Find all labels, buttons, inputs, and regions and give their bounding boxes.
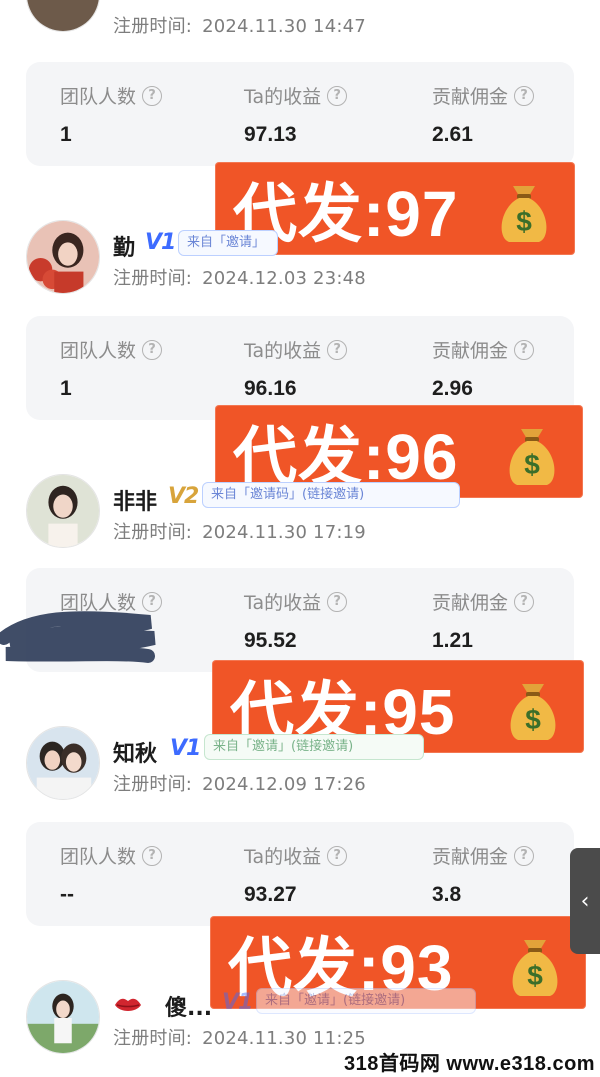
team-size-label: 团队人数 xyxy=(60,846,137,868)
earnings-label: Ta的收益 xyxy=(244,86,322,108)
earnings-stat: Ta的收益? 97.13 xyxy=(244,82,348,147)
commission-stat: 贡献佣金? 2.96 xyxy=(432,336,535,401)
question-circle-icon[interactable]: ? xyxy=(514,339,535,360)
lips-icon xyxy=(115,998,141,1011)
commission-value: 1.21 xyxy=(432,629,473,652)
avatar[interactable] xyxy=(26,980,100,1054)
earnings-label: Ta的收益 xyxy=(244,340,322,362)
username: 勤 xyxy=(113,236,136,261)
team-size-label: 团队人数 xyxy=(60,340,137,362)
earnings-stat: Ta的收益? 93.27 xyxy=(244,842,348,907)
username: 非非 xyxy=(113,490,158,515)
question-circle-icon[interactable]: ? xyxy=(327,85,348,106)
username: 知秋 xyxy=(113,742,158,767)
username: 傻... xyxy=(165,996,213,1021)
question-circle-icon[interactable]: ? xyxy=(327,339,348,360)
question-circle-icon[interactable]: ? xyxy=(142,845,163,866)
earnings-stat: Ta的收益? 95.52 xyxy=(244,588,348,653)
source-tag: 来自「邀请」 xyxy=(178,230,278,256)
question-circle-icon[interactable]: ? xyxy=(514,591,535,612)
avatar[interactable] xyxy=(26,0,100,32)
question-circle-icon[interactable]: ? xyxy=(327,845,348,866)
earnings-value: 93.27 xyxy=(244,883,297,906)
side-collapse-tab[interactable]: ‹ xyxy=(570,848,600,954)
source-tag: 来自「邀请」(链接邀请) xyxy=(256,988,476,1014)
earnings-label: Ta的收益 xyxy=(244,846,322,868)
avatar[interactable] xyxy=(26,474,100,548)
team-size-stat: 团队人数? 1 xyxy=(60,336,163,401)
level-badge: V1 xyxy=(222,990,253,1015)
commission-value: 3.8 xyxy=(432,883,462,906)
earnings-label: Ta的收益 xyxy=(244,592,322,614)
commission-label: 贡献佣金 xyxy=(432,592,509,614)
commission-stat: 贡献佣金? 2.61 xyxy=(432,82,535,147)
earnings-value: 96.16 xyxy=(244,377,297,400)
user-row[interactable]: 非非 V2 来自「邀请码」(链接邀请) 注册时间: 2024.11.30 17:1… xyxy=(0,474,600,554)
team-size-value: 1 xyxy=(60,123,72,146)
avatar[interactable] xyxy=(26,726,100,800)
source-tag: 来自「邀请」(链接邀请) xyxy=(204,734,424,760)
commission-stat: 贡献佣金? 3.8 xyxy=(432,842,535,907)
level-badge: V2 xyxy=(168,484,199,509)
registration-time: 注册时间: 2024.12.03 23:48 xyxy=(113,268,366,289)
redaction-scribble xyxy=(0,611,156,663)
question-circle-icon[interactable]: ? xyxy=(514,845,535,866)
watermark: 318首码网 www.e318.com xyxy=(344,1053,596,1075)
team-size-stat: 团队人数? 1 xyxy=(60,82,163,147)
team-size-value: -- xyxy=(60,883,74,906)
registration-time: 注册时间: 2024.12.09 17:26 xyxy=(113,774,366,795)
stats-card: 团队人数? -- Ta的收益? 93.27 贡献佣金? 3.8 xyxy=(26,822,574,926)
earnings-value: 95.52 xyxy=(244,629,297,652)
team-size-label: 团队人数 xyxy=(60,86,137,108)
avatar[interactable] xyxy=(26,220,100,294)
level-badge: V1 xyxy=(170,736,201,761)
team-size-stat: 团队人数? -- xyxy=(60,842,163,907)
team-size-value: 1 xyxy=(60,377,72,400)
registration-time: 注册时间: 2024.11.30 11:25 xyxy=(113,1028,366,1049)
chevron-left-icon: ‹ xyxy=(580,888,590,914)
question-circle-icon[interactable]: ? xyxy=(514,85,535,106)
commission-label: 贡献佣金 xyxy=(432,86,509,108)
source-tag: 来自「邀请码」(链接邀请) xyxy=(202,482,460,508)
question-circle-icon[interactable]: ? xyxy=(327,591,348,612)
user-row[interactable]: 勤 V1 来自「邀请」 注册时间: 2024.12.03 23:48 xyxy=(0,220,600,300)
question-circle-icon[interactable]: ? xyxy=(142,85,163,106)
earnings-value: 97.13 xyxy=(244,123,297,146)
commission-value: 2.96 xyxy=(432,377,473,400)
commission-value: 2.61 xyxy=(432,123,473,146)
commission-stat: 贡献佣金? 1.21 xyxy=(432,588,535,653)
commission-label: 贡献佣金 xyxy=(432,846,509,868)
previous-user-row: 注册时间: 2024.11.30 14:47 xyxy=(0,0,600,40)
registration-time: 注册时间: 2024.11.30 17:19 xyxy=(113,522,366,543)
registration-time: 注册时间: 2024.11.30 14:47 xyxy=(113,16,366,37)
stats-card: 团队人数? 1 Ta的收益? 97.13 贡献佣金? 2.61 xyxy=(26,62,574,166)
user-row[interactable]: 知秋 V1 来自「邀请」(链接邀请) 注册时间: 2024.12.09 17:26 xyxy=(0,726,600,806)
commission-label: 贡献佣金 xyxy=(432,340,509,362)
earnings-stat: Ta的收益? 96.16 xyxy=(244,336,348,401)
question-circle-icon[interactable]: ? xyxy=(142,339,163,360)
level-badge: V1 xyxy=(145,230,176,255)
